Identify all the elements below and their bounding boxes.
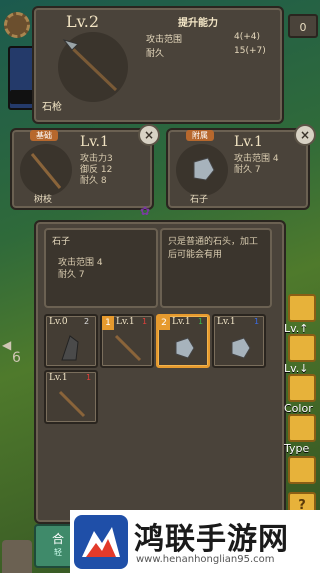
sort-icon — [288, 414, 316, 442]
top-item-name: 石枪 — [42, 102, 62, 113]
slot-count: 2 — [84, 317, 90, 326]
detail-stat: 攻击范围 4 — [58, 258, 103, 268]
base-item-name: 树枝 — [34, 195, 53, 205]
inventory-slot[interactable]: Lv.0 2 — [44, 314, 98, 368]
document-icon[interactable] — [288, 456, 316, 484]
base-material-card[interactable]: 基础 Lv.1 攻击力3 御反 12 耐久 8 树枝 — [10, 128, 154, 210]
attach-stat: 攻击范围 4 — [234, 154, 279, 164]
inventory-slot[interactable]: Lv.1 1 — [212, 314, 266, 368]
attach-stat: 耐久 7 — [234, 165, 261, 175]
base-stat: 御反 12 — [80, 165, 113, 175]
stone-spear-icon — [62, 39, 118, 92]
slot-count: 1 — [142, 317, 148, 326]
slot-marker: 1 — [102, 316, 114, 330]
sort-icon — [288, 374, 316, 402]
top-item-level: Lv.2 — [66, 12, 100, 31]
stick-icon — [30, 153, 62, 189]
pebble-icon — [193, 157, 215, 181]
top-item-card: Lv.2 石枪 提升能力 攻击范围 4(+4) 耐久 15(+7) — [32, 6, 284, 124]
pebble-icon — [175, 337, 195, 359]
pebble-icon — [231, 337, 251, 359]
slot-count: 1 — [198, 317, 204, 326]
watermark-banner: 鸿联手游网 www.henanhonglian95.com — [70, 510, 320, 573]
upgrade-section-title: 提升能力 — [178, 18, 218, 29]
attach-item-image — [176, 144, 228, 196]
watermark-url: www.henanhonglian95.com — [136, 554, 275, 565]
bottom-left-structure — [2, 540, 32, 573]
inventory-slot-selected[interactable]: 2 Lv.1 1 — [156, 314, 210, 368]
attach-level: Lv.1 — [234, 134, 263, 150]
watermark-title: 鸿联手游网 — [134, 522, 289, 557]
attach-item-name: 石子 — [190, 195, 209, 205]
attach-tag: 附属 — [186, 130, 214, 141]
slot-level: Lv.0 — [49, 317, 68, 327]
left-side-slot — [10, 90, 34, 104]
side-arrow-icon: ◀ — [2, 338, 12, 352]
watermark-logo-icon — [74, 515, 128, 569]
top-item-image — [58, 32, 128, 102]
detail-description: 只是普通的石头，加工后可能会有用 — [168, 237, 259, 260]
slot-level: Lv.1 — [49, 373, 68, 383]
detail-stat: 耐久 7 — [58, 270, 85, 280]
slot-count: 1 — [86, 373, 92, 382]
base-stat: 攻击力3 — [80, 154, 113, 164]
settings-gear-icon[interactable] — [4, 12, 30, 38]
flower-decoration: ✿ — [140, 204, 151, 218]
stick-icon — [114, 334, 142, 362]
slot-level: Lv.1 — [116, 317, 135, 327]
base-tag: 基础 — [30, 130, 58, 141]
counter-box: 0 — [288, 14, 318, 38]
stone-shard-icon — [61, 335, 79, 361]
sort-level-up-button[interactable]: Lv.↑ — [284, 294, 316, 335]
slot-level: Lv.1 — [217, 317, 236, 327]
stat-value: 15(+7) — [234, 46, 266, 56]
base-item-image — [20, 144, 72, 196]
base-close-icon[interactable]: × — [138, 124, 160, 146]
base-stat: 耐久 8 — [80, 176, 107, 186]
detail-stats-box: 石子 攻击范围 4 耐久 7 — [44, 228, 158, 308]
sort-level-down-button[interactable]: Lv.↓ — [284, 334, 316, 375]
attach-close-icon[interactable]: × — [294, 124, 316, 146]
detail-item-name: 石子 — [52, 237, 71, 247]
stat-label: 耐久 — [146, 49, 165, 59]
slot-count: 1 — [254, 317, 260, 326]
counter-value: 0 — [299, 21, 307, 34]
stat-value: 4(+4) — [234, 32, 261, 42]
inventory-slot[interactable]: 1 Lv.1 1 — [100, 314, 154, 368]
sort-icon — [288, 294, 316, 322]
side-number: 6 — [12, 350, 21, 366]
sort-type-button[interactable]: Type — [284, 414, 318, 455]
stick-icon — [58, 390, 86, 418]
attach-material-card[interactable]: 附属 Lv.1 攻击范围 4 耐久 7 石子 — [166, 128, 310, 210]
sort-label: Type — [284, 442, 310, 455]
base-level: Lv.1 — [80, 134, 109, 150]
inventory-panel: 石子 攻击范围 4 耐久 7 只是普通的石头，加工后可能会有用 Lv.0 2 1… — [34, 220, 286, 524]
inventory-slot[interactable]: Lv.1 1 — [44, 370, 98, 424]
sort-icon — [288, 334, 316, 362]
slot-marker: 2 — [158, 316, 170, 330]
stat-label: 攻击范围 — [146, 35, 183, 45]
detail-description-box: 只是普通的石头，加工后可能会有用 — [160, 228, 272, 308]
sort-color-button[interactable]: Color — [284, 374, 318, 415]
slot-level: Lv.1 — [172, 317, 191, 327]
